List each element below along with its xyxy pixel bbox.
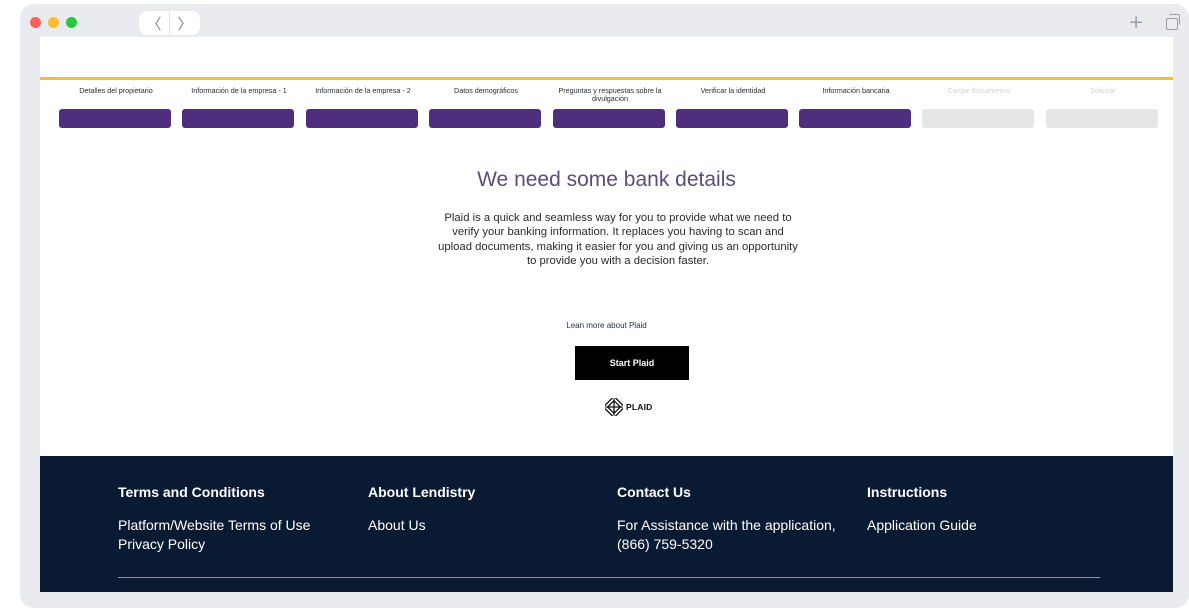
header-accent-line xyxy=(40,77,1173,80)
footer-link-privacy-policy[interactable]: Privacy Policy xyxy=(118,535,358,554)
step-label: Verificar la identidad xyxy=(700,86,766,95)
step-bank-info[interactable]: Información bancaria xyxy=(799,87,913,132)
footer-col-terms: Terms and Conditions Platform/Website Te… xyxy=(118,482,358,554)
step-bar xyxy=(1046,109,1158,128)
step-label: Información bancaria xyxy=(822,86,890,95)
footer-heading: About Lendistry xyxy=(368,484,476,500)
step-label: Datos demográficos xyxy=(454,86,518,95)
progress-steps: Detalles del propietario Información de … xyxy=(59,87,1159,132)
back-icon[interactable]: 〈 xyxy=(139,11,170,35)
footer-col-about: About Lendistry About Us xyxy=(368,482,608,535)
browser-window: 〈 〉 + Detalles del propietario Informaci… xyxy=(20,4,1189,608)
page-content: Detalles del propietario Información de … xyxy=(40,37,1173,592)
footer-col-instructions: Instructions Application Guide xyxy=(867,482,1107,535)
step-demographics[interactable]: Datos demográficos xyxy=(429,87,543,132)
plaid-logo-icon xyxy=(605,398,623,416)
tabs-icon[interactable] xyxy=(1166,14,1180,30)
step-verify-identity[interactable]: Verificar la identidad xyxy=(676,87,790,132)
step-disclosure-qa[interactable]: Preguntas y respuestas sobre la divulgac… xyxy=(553,87,667,132)
step-bar xyxy=(553,109,665,128)
site-footer: Terms and Conditions Platform/Website Te… xyxy=(40,456,1173,592)
close-dot-icon[interactable] xyxy=(30,17,41,28)
footer-heading: Terms and Conditions xyxy=(118,484,265,500)
footer-heading: Instructions xyxy=(867,484,948,500)
browser-titlebar: 〈 〉 + xyxy=(20,4,1189,38)
step-bar xyxy=(429,109,541,128)
start-plaid-button[interactable]: Start Plaid xyxy=(575,346,689,380)
step-label: Información de la empresa - 1 xyxy=(191,86,287,95)
page-title: We need some bank details xyxy=(477,168,736,191)
intro-paragraph: Plaid is a quick and seamless way for yo… xyxy=(438,212,798,267)
step-label: Información de la empresa - 2 xyxy=(315,86,411,95)
footer-link-terms-of-use[interactable]: Platform/Website Terms of Use xyxy=(118,516,358,535)
footer-col-contact: Contact Us For Assistance with the appli… xyxy=(617,482,857,554)
maximize-dot-icon[interactable] xyxy=(66,17,77,28)
step-label: Cargar documentos xyxy=(947,86,1011,95)
step-company-info-1[interactable]: Información de la empresa - 1 xyxy=(182,87,296,132)
footer-heading: Contact Us xyxy=(617,484,691,500)
learn-more-link[interactable]: Lean more about Plaid xyxy=(40,321,1173,330)
step-bar xyxy=(59,109,171,128)
step-bar xyxy=(306,109,418,128)
plaid-logo: PLAID xyxy=(605,397,653,417)
step-company-info-2[interactable]: Información de la empresa - 2 xyxy=(306,87,420,132)
step-label: Preguntas y respuestas sobre la divulgac… xyxy=(558,86,662,103)
step-bar xyxy=(182,109,294,128)
step-label: Solicitar xyxy=(1090,86,1116,95)
step-bar xyxy=(799,109,911,128)
footer-divider xyxy=(118,577,1100,578)
footer-contact-text: For Assistance with the application, xyxy=(617,517,836,533)
footer-phone-link[interactable]: (866) 759-5320 xyxy=(617,535,857,554)
step-owner-details[interactable]: Detalles del propietario xyxy=(59,87,173,132)
history-nav: 〈 〉 xyxy=(139,11,200,35)
step-upload-documents: Cargar documentos xyxy=(922,87,1036,132)
step-label: Detalles del propietario xyxy=(79,86,153,95)
step-bar xyxy=(676,109,788,128)
plus-icon[interactable]: + xyxy=(1128,13,1144,32)
footer-link-about-us[interactable]: About Us xyxy=(368,516,608,535)
footer-link-application-guide[interactable]: Application Guide xyxy=(867,516,1107,535)
minimize-dot-icon[interactable] xyxy=(48,17,59,28)
step-bar xyxy=(922,109,1034,128)
plaid-logo-text: PLAID xyxy=(626,402,653,412)
step-submit: Solicitar xyxy=(1046,87,1160,132)
forward-icon[interactable]: 〉 xyxy=(170,11,200,35)
